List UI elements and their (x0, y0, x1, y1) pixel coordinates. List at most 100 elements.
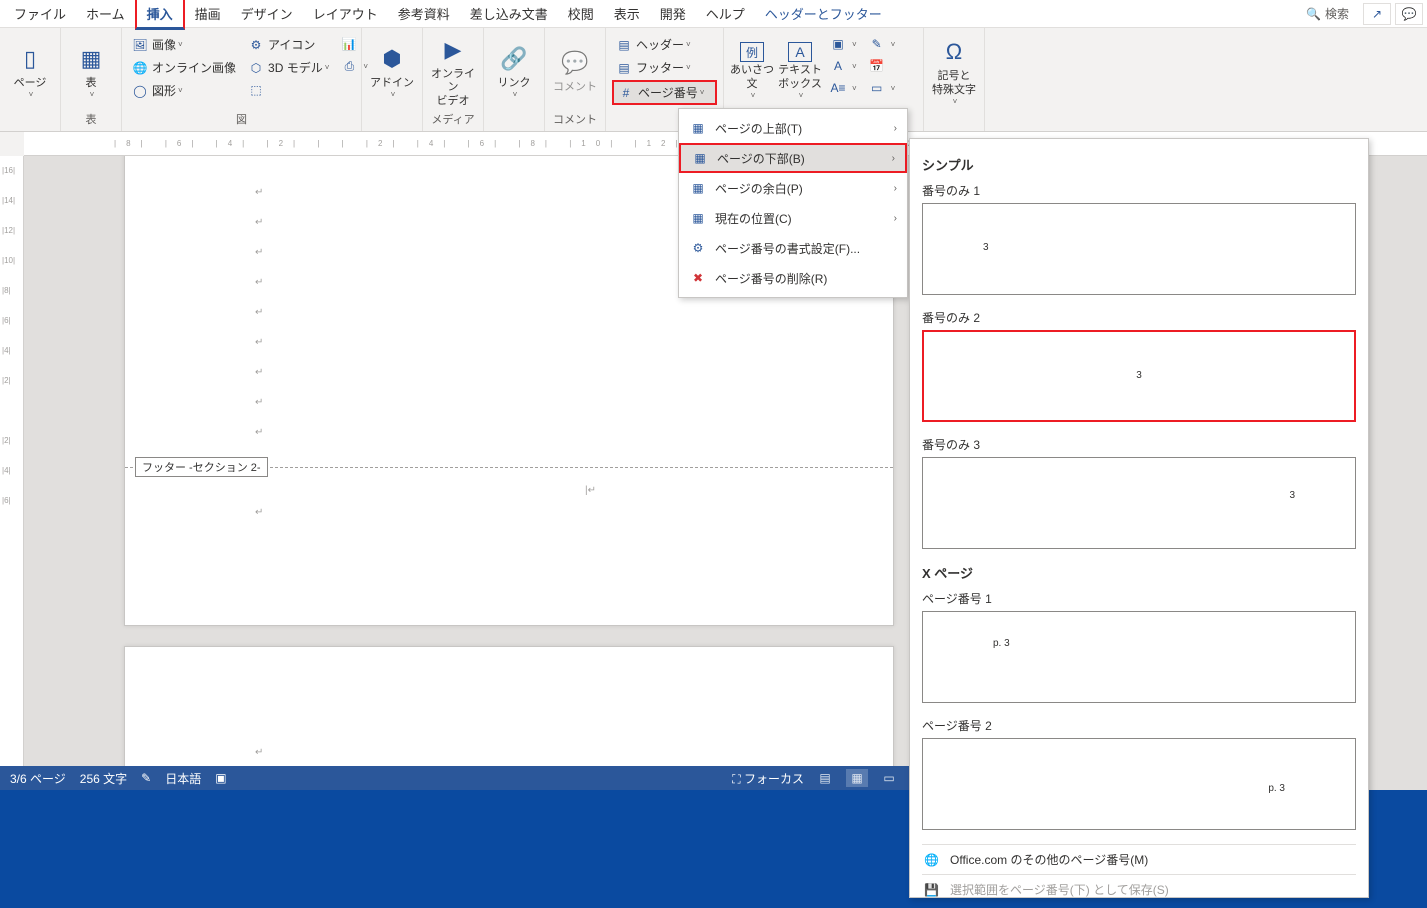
textbox-button[interactable]: A テキスト ボックス ˅ (778, 34, 822, 108)
search-box[interactable]: 🔍 検索 (1306, 5, 1349, 22)
online-pictures-button[interactable]: 🌐オンライン画像 (128, 57, 240, 78)
pages-button[interactable]: ▯ ページ ˅ (6, 34, 54, 108)
share-button[interactable]: ↗ (1363, 3, 1391, 25)
omega-icon: Ω (938, 36, 970, 68)
tab-mailings[interactable]: 差し込み文書 (460, 0, 558, 27)
paragraph-mark: ↵ (255, 427, 263, 438)
group-illustrations: 🖼画像˅ 🌐オンライン画像 ◯図形˅ ⚙アイコン ⬡3D モデル˅ ⬚ 📊 ⎙˅… (122, 28, 362, 131)
icons-button[interactable]: ⚙アイコン (244, 34, 333, 55)
3dmodels-button[interactable]: ⬡3D モデル˅ (244, 57, 333, 78)
tab-file[interactable]: ファイル (4, 0, 76, 27)
group-illustrations-label: 図 (128, 109, 355, 129)
group-comments-label: コメント (551, 109, 599, 129)
group-media-label: メディア (429, 109, 477, 129)
page-icon: ▯ (14, 43, 46, 75)
footer-icon: ▤ (616, 60, 632, 76)
focus-mode[interactable]: ⛶ フォーカス (732, 770, 804, 787)
addins-button[interactable]: ⬢ アドイン ˅ (368, 34, 416, 108)
tab-view[interactable]: 表示 (604, 0, 650, 27)
link-icon: 🔗 (498, 43, 530, 75)
smartart-button[interactable]: ⬚ (244, 80, 333, 100)
menu-remove-pagenum[interactable]: ✖ ページ番号の削除(R) (679, 263, 907, 293)
paragraph-mark: ↵ (255, 187, 263, 198)
textbox-icon: A (788, 42, 812, 62)
menu-page-margin[interactable]: ▦ ページの余白(P) › (679, 173, 907, 203)
group-tables: ▦ 表 ˅ 表 (61, 28, 122, 131)
tab-draw[interactable]: 描画 (185, 0, 231, 27)
quickparts-icon: ▣ (830, 36, 846, 52)
quickparts-button[interactable]: ▣˅ (826, 34, 861, 54)
table-label: 表 (86, 77, 97, 90)
group-pages-label (6, 113, 54, 129)
pagenumber-icon: # (618, 85, 634, 101)
tab-developer[interactable]: 開発 (650, 0, 696, 27)
header-button[interactable]: ▤ヘッダー˅ (612, 34, 717, 55)
object-button[interactable]: ▭˅ (865, 78, 900, 98)
group-links-label (490, 113, 538, 129)
comment-button[interactable]: 💬 コメント (551, 34, 599, 108)
menu-format-pagenum[interactable]: ⚙ ページ番号の書式設定(F)... (679, 233, 907, 263)
status-words[interactable]: 256 文字 (80, 770, 127, 787)
status-language[interactable]: 日本語 (165, 770, 201, 787)
table-icon: ▦ (75, 43, 107, 75)
links-label: リンク (498, 77, 531, 90)
spellcheck-icon[interactable]: ✎ (141, 771, 151, 785)
group-addins: ⬢ アドイン ˅ (362, 28, 423, 131)
gallery-option-label: ページ番号 1 (922, 590, 1356, 607)
menu-page-bottom[interactable]: ▦ ページの下部(B) › (679, 143, 907, 173)
pages-label: ページ (14, 77, 47, 90)
macro-icon[interactable]: ▣ (215, 771, 226, 785)
gallery-option-1[interactable]: 3 (922, 203, 1356, 295)
view-print[interactable]: ▦ (846, 769, 868, 787)
tab-home[interactable]: ホーム (76, 0, 135, 27)
datetime-button[interactable]: 📅 (865, 56, 900, 76)
table-button[interactable]: ▦ 表 ˅ (67, 34, 115, 108)
gallery-option-3[interactable]: 3 (922, 457, 1356, 549)
status-page[interactable]: 3/6 ページ (10, 770, 66, 787)
share-icon: ↗ (1372, 7, 1382, 21)
view-web[interactable]: ▭ (878, 769, 900, 787)
page-margin-icon: ▦ (689, 179, 707, 197)
comments-button[interactable]: 💬 (1395, 3, 1423, 25)
tab-insert[interactable]: 挿入 (135, 0, 185, 30)
gallery-option-4[interactable]: p. 3 (922, 611, 1356, 703)
group-addins-label (368, 113, 416, 129)
dropcap-button[interactable]: A≡˅ (826, 78, 861, 98)
chevron-right-icon: › (892, 153, 895, 164)
links-button[interactable]: 🔗 リンク ˅ (490, 34, 538, 108)
header-icon: ▤ (616, 37, 632, 53)
view-read[interactable]: ▤ (814, 769, 836, 787)
menu-page-top[interactable]: ▦ ページの上部(T) › (679, 113, 907, 143)
paragraph-mark: ↵ (255, 307, 263, 318)
search-label: 検索 (1325, 5, 1349, 22)
paragraph-mark: ↵ (255, 217, 263, 228)
symbols-button[interactable]: Ω 記号と 特殊文字 ˅ (930, 34, 978, 108)
gallery-option-2[interactable]: 3 (922, 330, 1356, 422)
pictures-button[interactable]: 🖼画像˅ (128, 34, 240, 55)
current-pos-icon: ▦ (689, 209, 707, 227)
menu-current-position[interactable]: ▦ 現在の位置(C) › (679, 203, 907, 233)
gallery-more-office[interactable]: 🌐 Office.com のその他のページ番号(M) (922, 844, 1356, 874)
group-symbols-label (930, 113, 978, 129)
footer-button[interactable]: ▤フッター˅ (612, 57, 717, 78)
preview-number: 3 (1289, 490, 1295, 501)
group-comments: 💬 コメント コメント (545, 28, 606, 131)
wordart-button[interactable]: A˅ (826, 56, 861, 76)
pagenumber-button[interactable]: #ページ番号˅ (612, 80, 717, 105)
shapes-button[interactable]: ◯図形˅ (128, 80, 240, 101)
greeting-button[interactable]: 例 あいさつ 文 ˅ (730, 34, 774, 108)
signature-button[interactable]: ✎˅ (865, 34, 900, 54)
screenshot-icon: ⎙ (341, 58, 357, 74)
tab-help[interactable]: ヘルプ (696, 0, 755, 27)
tab-references[interactable]: 参考資料 (388, 0, 460, 27)
tab-layout[interactable]: レイアウト (303, 0, 388, 27)
symbols-label: 記号と 特殊文字 (932, 70, 976, 96)
onlinevideo-button[interactable]: ▶ オンライン ビデオ (429, 34, 477, 108)
tab-headerfooter[interactable]: ヘッダーとフッター (755, 0, 892, 27)
tab-review[interactable]: 校閲 (558, 0, 604, 27)
gallery-option-5[interactable]: p. 3 (922, 738, 1356, 830)
tab-design[interactable]: デザイン (231, 0, 303, 27)
gallery-section-simple: シンプル (922, 155, 1356, 174)
gallery-option-label: 番号のみ 2 (922, 309, 1356, 326)
remove-icon: ✖ (689, 269, 707, 287)
